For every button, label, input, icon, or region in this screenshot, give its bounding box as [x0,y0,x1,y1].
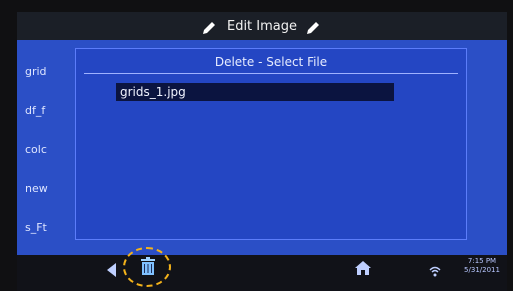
main-panel: grid df_f colc new s_Ft Delete - Select … [17,40,507,255]
file-list: grid df_f colc new s_Ft [25,52,75,247]
title-bar: Edit Image [17,12,507,40]
home-icon[interactable] [354,260,372,276]
back-arrow-icon[interactable] [107,263,116,277]
bottom-toolbar: 7:15 PM 5/31/2011 [17,247,507,291]
dialog-title: Delete - Select File [214,55,328,69]
trash-icon[interactable] [140,257,156,275]
file-list-item[interactable]: df_f [25,91,75,130]
file-list-item[interactable]: grid [25,52,75,91]
date-label: 5/31/2011 [464,266,500,274]
device-screen: Edit Image grid df_f colc new s_Ft Delet… [0,0,513,291]
pencil-icon [305,17,323,35]
file-list-item[interactable]: colc [25,130,75,169]
file-list-item[interactable]: s_Ft [25,208,75,247]
page-title: Edit Image [226,18,298,34]
file-list-item[interactable]: new [25,169,75,208]
dialog-file-item[interactable]: grids_1.jpg [116,83,394,101]
status-clock: 7:15 PM 5/31/2011 [457,257,507,275]
delete-button[interactable] [123,247,171,287]
time-label: 7:15 PM [467,257,497,265]
delete-file-dialog: Delete - Select File grids_1.jpg [75,48,467,240]
pencil-icon [201,17,219,35]
dialog-divider [84,73,458,74]
wifi-icon [429,263,441,277]
